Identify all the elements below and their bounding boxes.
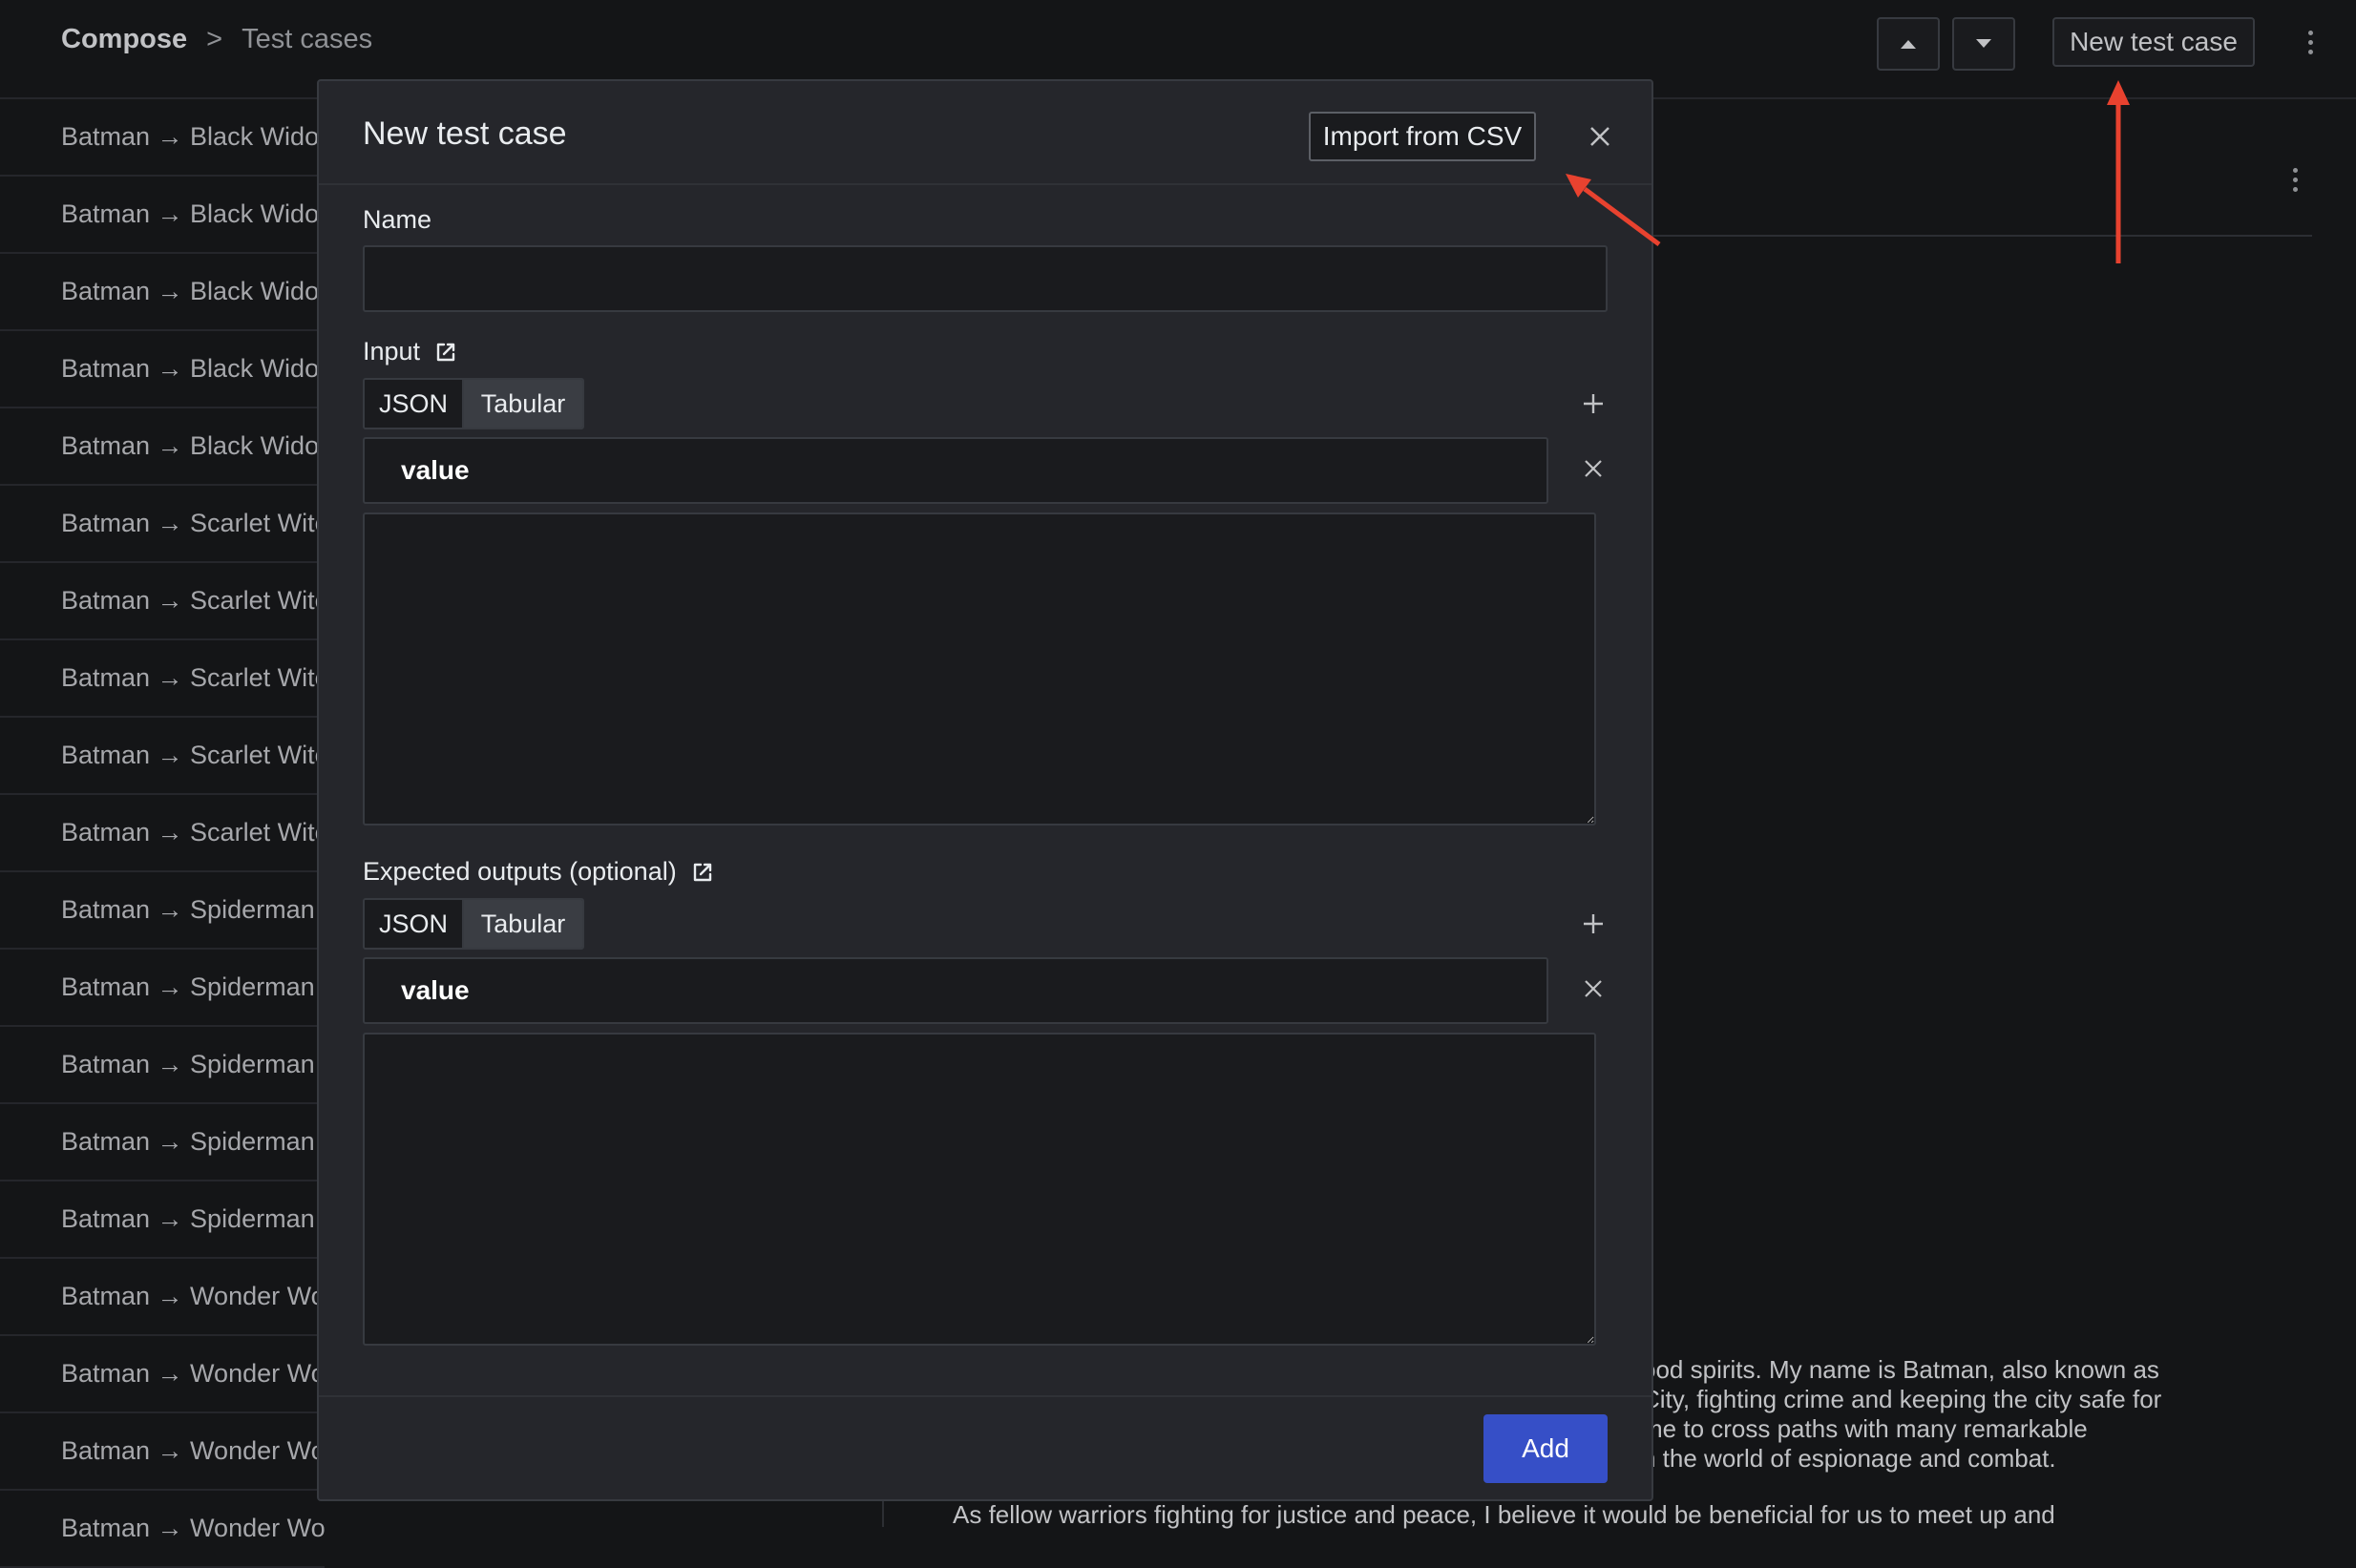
- arrow-to-import-csv: [1566, 174, 1659, 244]
- arrow-to-new-test-case: [2107, 80, 2130, 263]
- annotation-arrows: [0, 0, 2356, 1523]
